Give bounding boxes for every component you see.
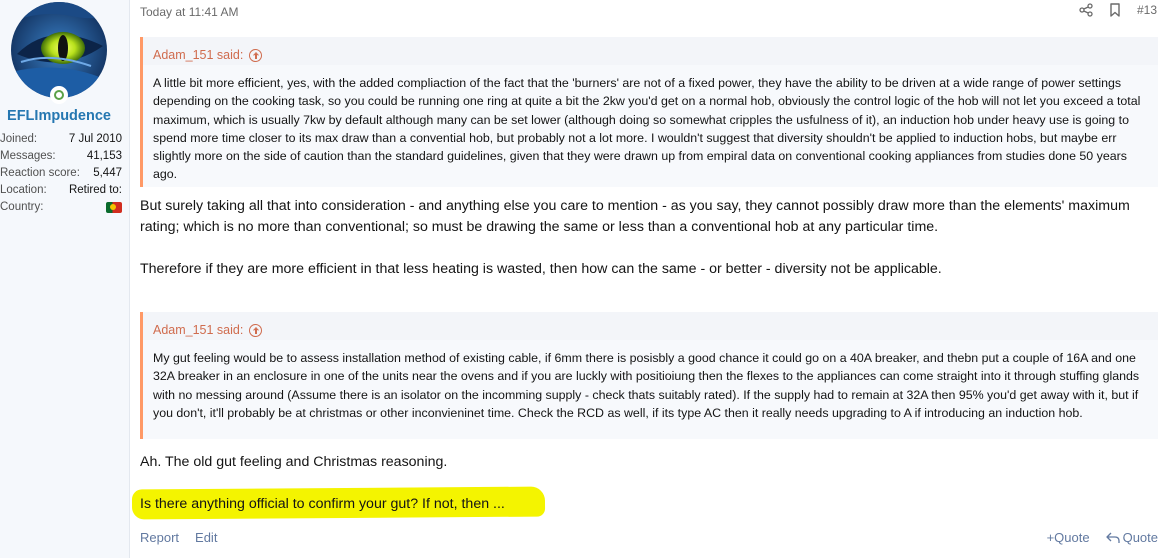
quote-author[interactable]: Adam_151 said:: [153, 323, 243, 337]
stat-key: Messages:: [0, 150, 56, 162]
post-actions: #13: [1079, 3, 1157, 17]
footer-left: Report Edit: [140, 530, 217, 545]
stat-value: Retired to:: [68, 184, 122, 196]
arrow-up-circle-icon[interactable]: [249, 48, 263, 62]
edit-link[interactable]: Edit: [195, 530, 217, 545]
post-number[interactable]: #13: [1137, 3, 1157, 17]
username-link[interactable]: EFLImpudence: [0, 108, 118, 124]
avatar-eye-icon: [11, 2, 107, 98]
quote-author[interactable]: Adam_151 said:: [153, 48, 243, 62]
stat-messages: Messages: 41,153: [0, 148, 122, 165]
multiquote-link[interactable]: +Quote: [1047, 530, 1090, 545]
stat-key: Reaction score:: [0, 167, 80, 179]
quote-text: A little bit more efficient, yes, with t…: [153, 76, 1141, 182]
reply-icon: [1105, 532, 1120, 543]
quote-block: Adam_151 said: My gut feeling would be t…: [140, 312, 1158, 439]
stat-key: Joined:: [0, 133, 38, 145]
report-link[interactable]: Report: [140, 530, 179, 545]
footer-right: +Quote Quote: [1047, 530, 1158, 545]
stat-key: Location:: [0, 184, 47, 196]
quote-header[interactable]: Adam_151 said:: [143, 312, 1158, 340]
stat-joined: Joined: 7 Jul 2010: [0, 131, 122, 148]
quote-text: My gut feeling would be to assess instal…: [153, 351, 1140, 420]
message-paragraph-highlighted: Is there anything official to confirm yo…: [140, 496, 505, 512]
stat-country: Country:: [0, 199, 122, 216]
post: EFLImpudence Joined: 7 Jul 2010 Messages…: [0, 0, 1167, 558]
quote-label: Quote: [1122, 530, 1158, 545]
quote-block: Adam_151 said: A little bit more efficie…: [140, 37, 1158, 187]
message-paragraph: Therefore if they are more efficient in …: [140, 261, 942, 277]
stat-location: Location: Retired to:: [0, 182, 122, 199]
stat-value: 5,447: [93, 167, 122, 179]
quote-header[interactable]: Adam_151 said:: [143, 37, 1158, 65]
online-status-icon: [50, 86, 68, 104]
user-stats: Joined: 7 Jul 2010 Messages: 41,153 Reac…: [0, 131, 122, 216]
stat-reaction-score: Reaction score: 5,447: [0, 165, 122, 182]
share-icon[interactable]: [1079, 3, 1093, 17]
avatar[interactable]: [11, 2, 107, 98]
message-paragraph: Ah. The old gut feeling and Christmas re…: [140, 454, 448, 470]
stat-key: Country:: [0, 201, 44, 213]
arrow-up-circle-icon[interactable]: [249, 323, 263, 337]
quote-link[interactable]: Quote: [1105, 530, 1158, 545]
message-paragraph: But surely taking all that into consider…: [140, 198, 1130, 235]
bookmark-icon[interactable]: [1109, 3, 1121, 17]
user-sidebar: EFLImpudence Joined: 7 Jul 2010 Messages…: [0, 0, 130, 558]
post-date[interactable]: Today at 11:41 AM: [140, 5, 239, 19]
stat-value: 7 Jul 2010: [68, 133, 122, 145]
portugal-flag-icon: [106, 202, 122, 213]
stat-value: 41,153: [86, 150, 122, 162]
